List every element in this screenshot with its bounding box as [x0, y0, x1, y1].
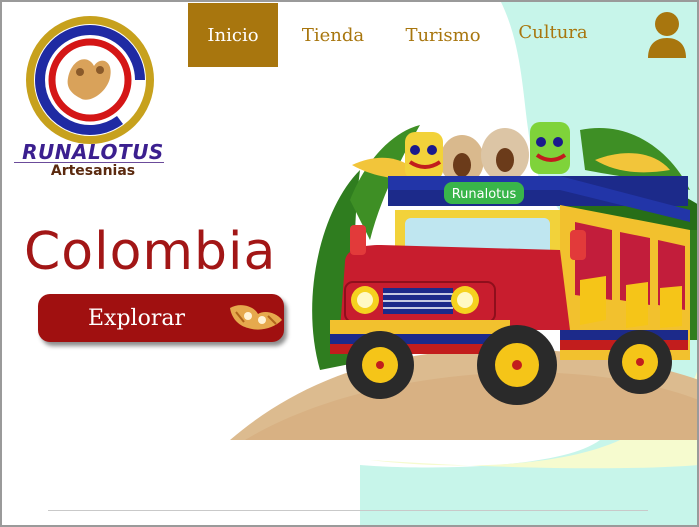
nav-turismo[interactable]: Turismo [388, 3, 498, 67]
brand-name: RUNALOTUS [22, 140, 164, 164]
explore-button[interactable]: Explorar [38, 294, 284, 342]
user-icon[interactable] [646, 10, 688, 60]
nav-cultura[interactable]: Cultura [498, 0, 608, 64]
nav-tienda[interactable]: Tienda [278, 3, 388, 67]
artifact-icon [230, 305, 282, 330]
brand-tagline: Artesanias [50, 163, 136, 179]
nav-inicio[interactable]: Inicio [188, 3, 278, 67]
main-nav: Inicio Tienda Turismo Cultura [188, 3, 608, 67]
explore-button-label: Explorar [88, 305, 185, 331]
bus-sign: Runalotus [452, 187, 517, 202]
hero-title: Colombia [24, 222, 277, 282]
section-divider [48, 510, 648, 511]
